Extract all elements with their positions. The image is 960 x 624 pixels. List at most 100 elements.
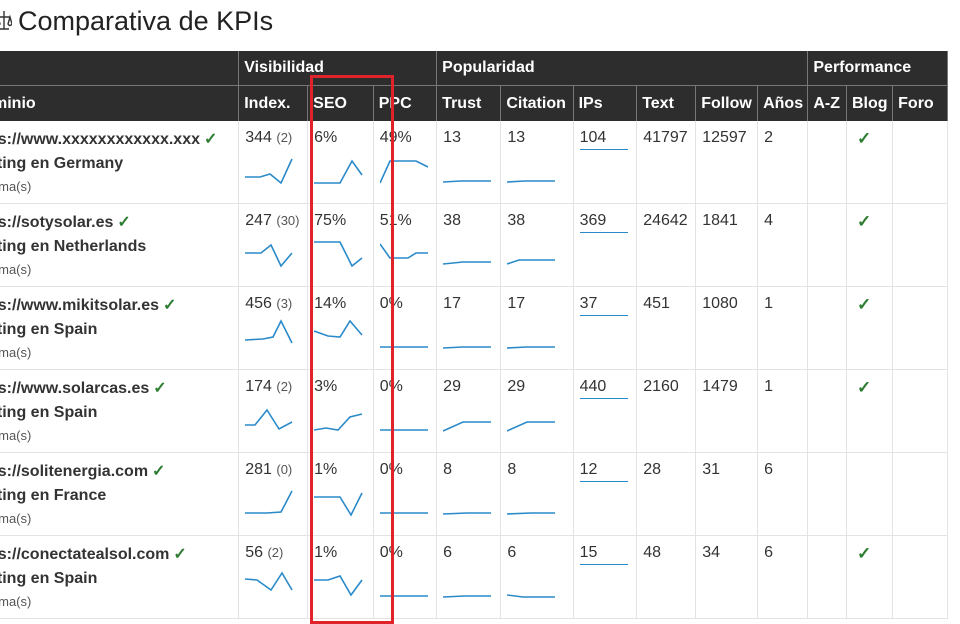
trust-value: 8 — [443, 461, 453, 478]
index-cell: 281 (0) — [238, 452, 309, 536]
citation-sparkline — [507, 180, 556, 183]
col-header-index[interactable]: Index. — [238, 85, 309, 121]
index-sparkline — [245, 490, 293, 514]
citation-cell: 38 — [500, 203, 574, 287]
language-count: ioma(s) — [0, 262, 32, 277]
index-cell: 174 (2) — [238, 369, 309, 453]
col-header-blog[interactable]: Blog — [846, 85, 894, 121]
blog-cell: ✓ — [846, 203, 894, 287]
ppc-value: 51% — [379, 212, 412, 229]
seo-cell: 1% — [307, 535, 374, 619]
ips-cell: 369 — [573, 203, 638, 287]
blog-check-icon: ✓ — [857, 212, 872, 231]
group-header-popularidad: Popularidad — [436, 51, 809, 86]
trust-sparkline — [443, 261, 492, 265]
seo-value: 75% — [314, 212, 347, 229]
blog-check-icon: ✓ — [857, 378, 872, 397]
ips-value[interactable]: 15 — [579, 544, 628, 565]
index-value: 56 — [245, 544, 264, 561]
index-cell: 56 (2) — [238, 535, 309, 619]
ppc-value: 0% — [379, 461, 403, 478]
follow-cell: 12597 — [695, 121, 759, 204]
ppc-cell: 0% — [373, 452, 438, 536]
seo-cell: 14% — [307, 286, 374, 370]
hosting-location: sting en Spain — [0, 570, 98, 587]
anos-cell: 2 — [757, 121, 809, 204]
col-header-az[interactable]: A-Z — [807, 85, 847, 121]
group-header-visibilidad: Visibilidad — [238, 51, 438, 86]
index-sub: (30) — [276, 213, 300, 228]
trust-value: 6 — [443, 544, 453, 561]
ppc-sparkline — [379, 512, 428, 514]
foro-cell — [892, 535, 948, 619]
col-header-anos[interactable]: Años — [757, 85, 809, 121]
ppc-value: 49% — [379, 129, 412, 146]
hosting-location: sting en Netherlands — [0, 238, 147, 255]
seo-value: 1% — [314, 461, 338, 478]
index-cell: 344 (2) — [238, 121, 309, 204]
col-header-dominio[interactable]: minio — [0, 85, 240, 121]
trust-cell: 17 — [436, 286, 502, 370]
domain-cell: ps://solitenergia.com✓ sting en France i… — [0, 452, 240, 536]
ips-value[interactable]: 12 — [579, 461, 628, 482]
follow-cell: 34 — [695, 535, 759, 619]
domain-link[interactable]: ps://www.xxxxxxxxxxxx.xxx — [0, 131, 200, 148]
index-value: 247 — [245, 212, 272, 229]
foro-cell — [892, 203, 948, 287]
index-value: 174 — [245, 378, 272, 395]
ips-cell: 37 — [573, 286, 638, 370]
citation-sparkline — [507, 421, 556, 432]
citation-cell: 6 — [500, 535, 574, 619]
ips-value[interactable]: 37 — [579, 295, 628, 316]
index-cell: 456 (3) — [238, 286, 309, 370]
domain-cell: ps://sotysolar.es ✓ sting en Netherlands … — [0, 203, 240, 287]
citation-value: 17 — [507, 295, 526, 312]
seo-sparkline — [314, 241, 363, 268]
citation-cell: 8 — [500, 452, 574, 536]
ppc-cell: 0% — [373, 286, 438, 370]
citation-cell: 29 — [500, 369, 574, 453]
trust-sparkline — [443, 346, 492, 349]
col-header-ips[interactable]: IPs — [573, 85, 638, 121]
trust-sparkline — [443, 421, 492, 432]
citation-value: 29 — [507, 378, 526, 395]
col-header-text[interactable]: Text — [636, 85, 697, 121]
domain-link[interactable]: ps://www.solarcas.es — [0, 380, 149, 397]
ips-cell: 12 — [573, 452, 638, 536]
ips-cell: 104 — [573, 121, 638, 204]
az-cell — [807, 369, 847, 453]
domain-link[interactable]: ps://conectatealsol.com — [0, 546, 169, 563]
language-count: ioma(s) — [0, 511, 32, 526]
domain-cell: ps://www.xxxxxxxxxxxx.xxx ✓ sting en Germ… — [0, 121, 240, 204]
verified-check-icon: ✓ — [152, 463, 166, 480]
kpi-table: Visibilidad Popularidad Performance mini… — [0, 51, 948, 619]
az-cell — [807, 535, 847, 619]
domain-link[interactable]: ps://solitenergia.com — [0, 463, 148, 480]
domain-cell: ps://www.mikitsolar.es✓ sting en Spain i… — [0, 286, 240, 370]
col-header-seo[interactable]: SEO — [307, 85, 374, 121]
ips-value[interactable]: 440 — [579, 378, 628, 399]
domain-link[interactable]: ps://www.mikitsolar.es — [0, 297, 159, 314]
hosting-location: sting en France — [0, 487, 107, 504]
verified-check-icon: ✓ — [117, 214, 131, 231]
ppc-sparkline — [379, 429, 428, 431]
blog-check-icon: ✓ — [857, 295, 872, 314]
col-header-citation[interactable]: Citation — [500, 85, 574, 121]
table-row: ps://solitenergia.com✓ sting en France i… — [0, 452, 948, 536]
index-sub: (3) — [276, 296, 293, 311]
domain-cell: ps://www.solarcas.es✓ sting en Spain iom… — [0, 369, 240, 453]
col-header-trust[interactable]: Trust — [436, 85, 502, 121]
col-header-ppc[interactable]: PPC — [373, 85, 438, 121]
domain-link[interactable]: ps://sotysolar.es — [0, 214, 113, 231]
col-header-follow[interactable]: Follow — [695, 85, 759, 121]
language-count: ioma(s) — [0, 594, 32, 609]
seo-cell: 6% — [307, 121, 374, 204]
group-header-performance: Performance — [807, 51, 948, 86]
seo-cell: 3% — [307, 369, 374, 453]
ips-value[interactable]: 104 — [579, 129, 628, 150]
ips-value[interactable]: 369 — [579, 212, 628, 233]
trust-cell: 29 — [436, 369, 502, 453]
group-header-blank — [0, 51, 240, 86]
ppc-cell: 0% — [373, 535, 438, 619]
col-header-foro[interactable]: Foro — [892, 85, 948, 121]
